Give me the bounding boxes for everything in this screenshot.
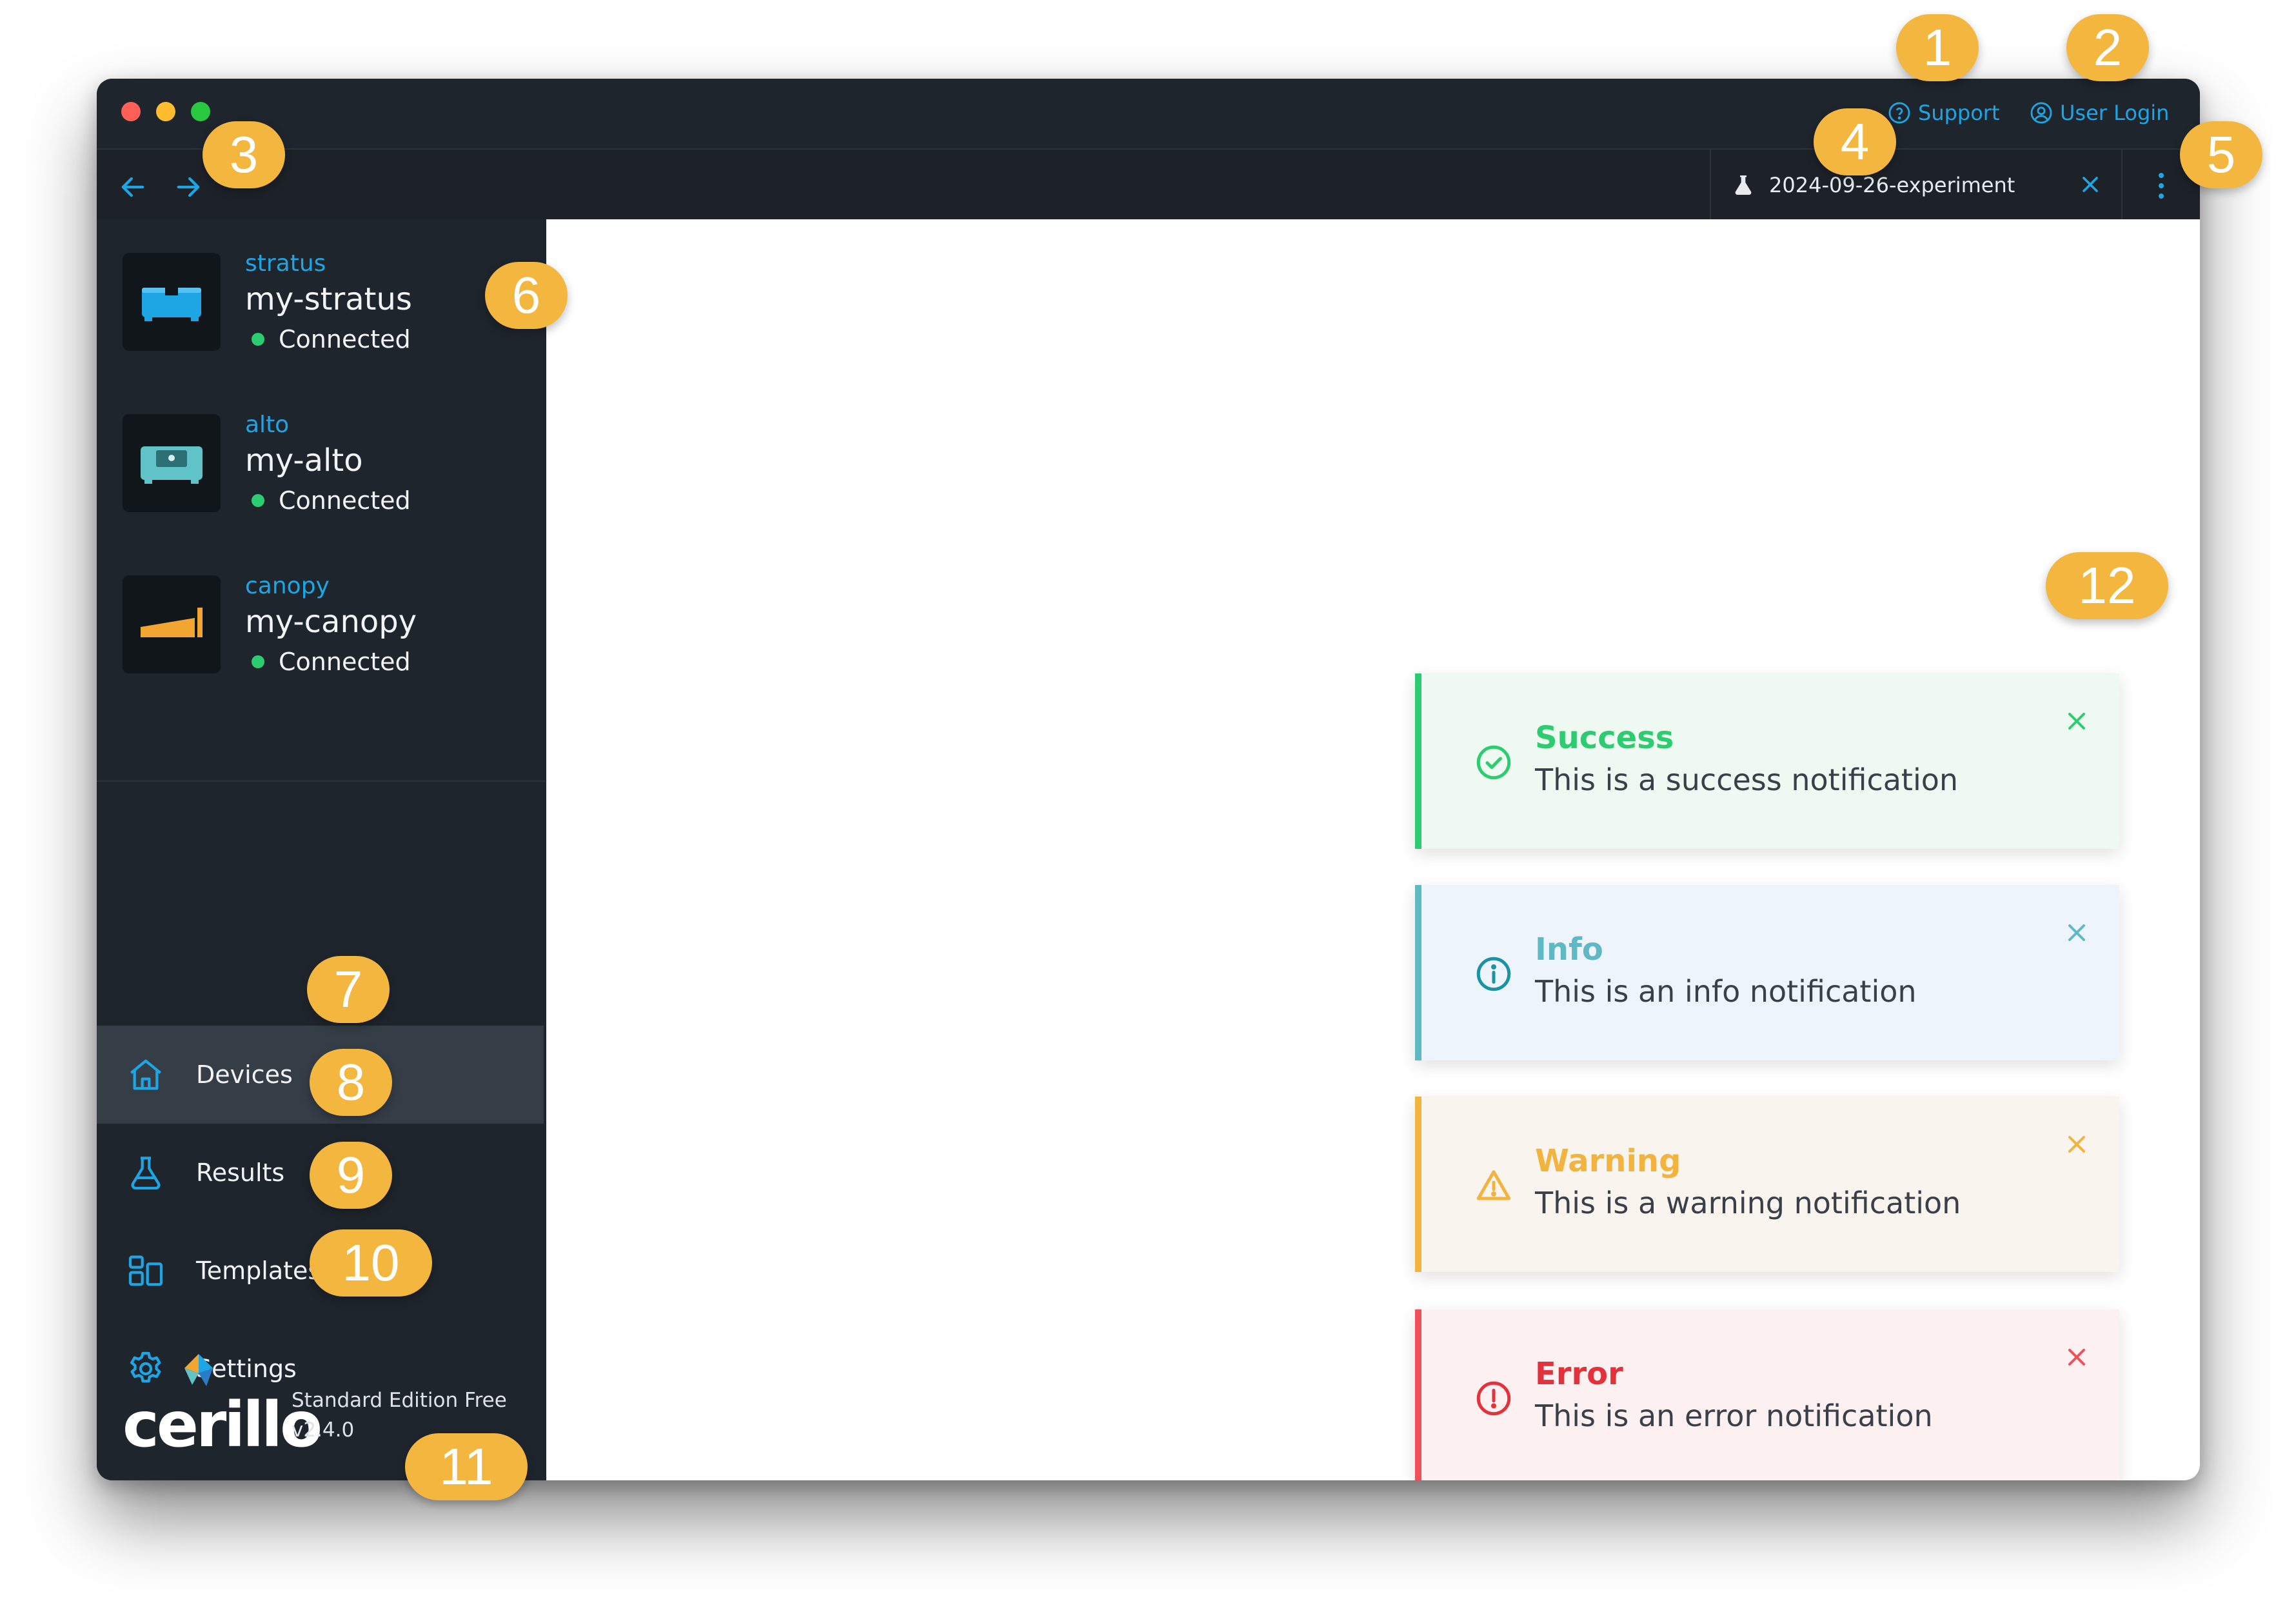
support-link[interactable]: Support [1887,98,2000,128]
status-dot [252,333,264,346]
flask-icon [131,1157,161,1190]
callout-badge-10: 10 [310,1229,432,1297]
notification-message: This is a warning notification [1535,1186,1961,1220]
minimize-window-button[interactable] [156,102,175,121]
device-status: Connected [245,325,411,353]
device-status-label: Connected [279,325,411,353]
sidebar-item-label: Templates [196,1257,321,1285]
device-name: my-stratus [245,281,412,317]
callout-badge-11: 11 [405,1433,528,1500]
help-circle-icon [1888,102,1910,124]
close-window-button[interactable] [121,102,141,121]
callout-badge-5: 5 [2180,121,2262,188]
notification-warning: Warning This is a warning notification [1415,1097,2119,1272]
notification-title: Success [1535,720,1674,756]
sidebar-item-label: Results [196,1158,285,1187]
device-type: stratus [245,250,326,277]
kebab-dot [2159,194,2164,199]
device-item-alto[interactable]: alto my-alto Connected [123,408,522,537]
status-dot [252,494,264,507]
callout-badge-9: 9 [310,1142,392,1209]
version-label: v2.4.0 [292,1418,355,1442]
maximize-window-button[interactable] [191,102,210,121]
kebab-dot [2159,183,2164,188]
device-type: canopy [245,573,330,599]
device-thumbnail [123,414,221,512]
kebab-dot [2159,173,2164,178]
notification-message: This is a success notification [1535,762,1959,797]
canopy-device-icon [141,608,203,637]
flask-icon [1735,175,1752,195]
callout-badge-1: 1 [1896,14,1979,81]
stratus-device-icon [142,288,201,321]
notification-message: This is an info notification [1535,974,1917,1009]
device-status-label: Connected [279,486,411,515]
check-circle-icon [1476,745,1511,780]
warning-triangle-icon [1476,1170,1511,1200]
close-icon[interactable] [2063,1130,2091,1158]
support-label: Support [1918,101,2000,125]
brand-wordmark: cerillo [123,1389,322,1461]
device-thumbnail [123,575,221,673]
device-type: alto [245,412,290,438]
notification-success: Success This is a success notification [1415,673,2119,849]
home-icon [130,1059,162,1090]
callout-badge-7: 7 [307,956,390,1023]
notification-error: Error This is an error notification [1415,1309,2119,1480]
close-icon[interactable] [2063,919,2091,947]
callout-badge-8: 8 [310,1049,392,1116]
notification-title: Error [1535,1356,1623,1392]
device-name: my-canopy [245,604,417,640]
main-content: Success This is a success notification I… [546,219,2200,1480]
status-dot [252,655,264,668]
device-status-label: Connected [279,648,411,676]
error-circle-icon [1476,1381,1511,1416]
tab-label: 2024-09-26-experiment [1769,173,2015,197]
callout-badge-4: 4 [1814,108,1896,175]
callout-badge-2: 2 [2066,14,2149,81]
callout-badge-3: 3 [203,121,285,188]
back-arrow-icon[interactable] [116,170,150,204]
close-tab-icon[interactable] [2077,172,2103,197]
callout-badge-6: 6 [485,262,568,329]
template-icon [128,1255,163,1286]
device-status: Connected [245,648,411,676]
notification-title: Warning [1535,1143,1681,1179]
tab-experiment[interactable]: 2024-09-26-experiment [1710,150,2123,221]
notification-title: Info [1535,931,1603,968]
close-icon[interactable] [2063,707,2091,735]
notification-info: Info This is an info notification [1415,885,2119,1060]
forward-arrow-icon[interactable] [172,170,205,204]
device-item-stratus[interactable]: stratus my-stratus Connected [123,246,522,375]
notification-message: This is an error notification [1535,1398,1933,1433]
edition-label: Standard Edition Free [292,1389,507,1412]
close-icon[interactable] [2063,1343,2091,1371]
device-status: Connected [245,486,411,515]
sidebar: stratus my-stratus Connected alto my-alt… [97,219,549,1480]
device-item-canopy[interactable]: canopy my-canopy Connected [123,569,522,698]
sidebar-item-label: Devices [196,1060,293,1089]
sidebar-divider [97,780,546,782]
device-name: my-alto [245,442,363,479]
user-login-label: User Login [2060,101,2170,125]
user-circle-icon [2030,102,2052,124]
info-circle-icon [1476,957,1511,991]
user-login-link[interactable]: User Login [2029,98,2169,128]
device-thumbnail [123,253,221,351]
callout-badge-12: 12 [2046,552,2168,619]
alto-device-icon [141,446,203,484]
